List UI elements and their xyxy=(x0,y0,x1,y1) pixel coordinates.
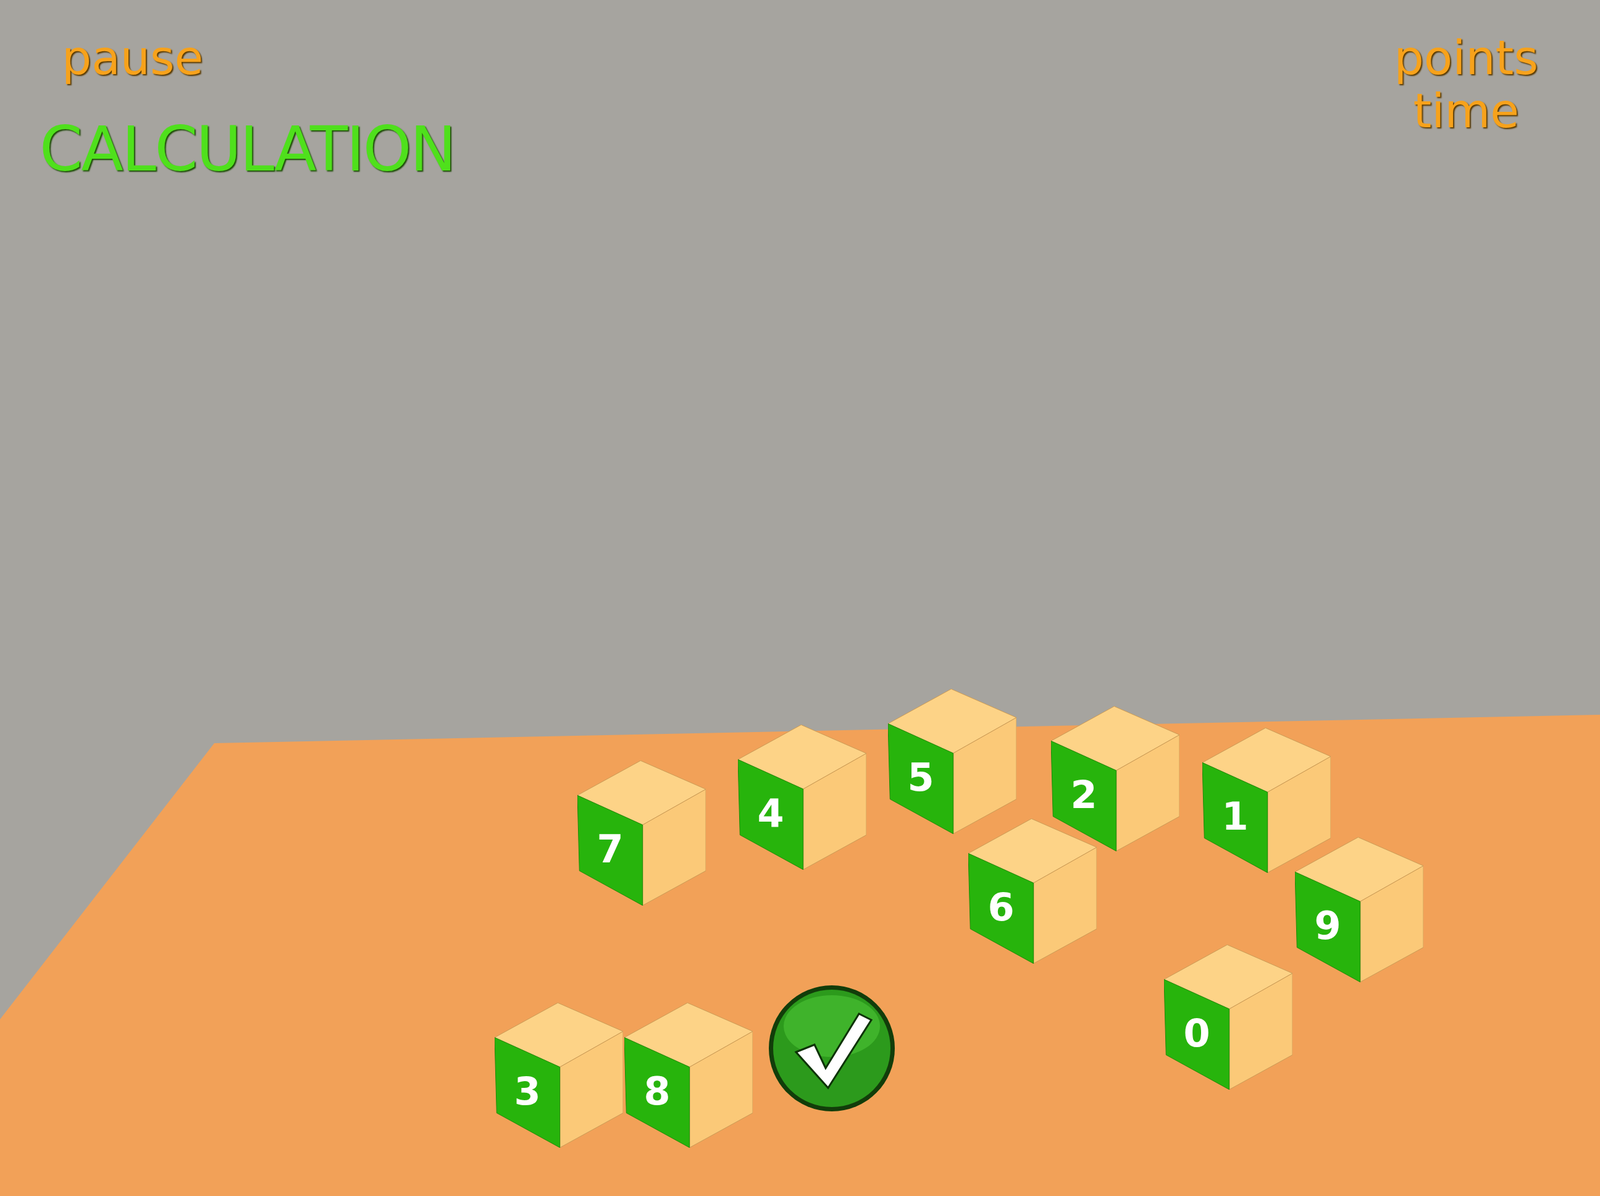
number-cube[interactable]: 9 xyxy=(1294,836,1424,982)
cube-icon xyxy=(737,724,867,870)
cube-label: 1 xyxy=(1221,797,1249,836)
points-label: points xyxy=(1394,34,1539,82)
number-cube[interactable]: 6 xyxy=(968,818,1097,964)
number-cube[interactable]: 0 xyxy=(1164,944,1293,1090)
cube-icon xyxy=(1051,705,1180,851)
answer-cube[interactable]: 3 xyxy=(494,1002,624,1148)
pause-button[interactable]: pause xyxy=(61,34,455,82)
cube-label: 9 xyxy=(1314,906,1341,945)
cube-icon xyxy=(494,1002,624,1148)
number-cube[interactable]: 7 xyxy=(577,760,706,906)
answer-cube[interactable]: 8 xyxy=(624,1002,753,1148)
cube-icon xyxy=(624,1002,753,1148)
cube-label: 0 xyxy=(1183,1013,1210,1053)
cube-icon xyxy=(968,818,1097,964)
cube-label: 8 xyxy=(643,1072,671,1111)
cube-icon xyxy=(577,760,706,906)
time-label: time xyxy=(1412,87,1520,135)
cube-label: 5 xyxy=(907,758,934,797)
cube-icon xyxy=(1294,836,1424,982)
cube-label: 7 xyxy=(596,829,624,869)
cube-label: 6 xyxy=(987,887,1014,927)
cube-label: 2 xyxy=(1070,775,1097,814)
hud-right: points time xyxy=(1394,34,1539,135)
hud-left: pauseCALCULATION xyxy=(61,34,455,181)
number-cube[interactable]: 4 xyxy=(737,724,867,870)
number-cube[interactable]: 5 xyxy=(887,688,1017,834)
cube-icon xyxy=(887,688,1017,834)
cube-label: 4 xyxy=(757,794,784,833)
cube-icon xyxy=(1202,727,1331,873)
number-cube[interactable]: 1 xyxy=(1202,727,1331,873)
cube-label: 3 xyxy=(513,1072,541,1111)
mode-title: CALCULATION xyxy=(39,118,455,181)
cube-icon xyxy=(1164,944,1293,1090)
number-cube[interactable]: 2 xyxy=(1051,705,1180,851)
check-icon[interactable] xyxy=(766,982,898,1114)
game-screen: pauseCALCULATIONpointstime7452169038 xyxy=(0,0,1600,1196)
